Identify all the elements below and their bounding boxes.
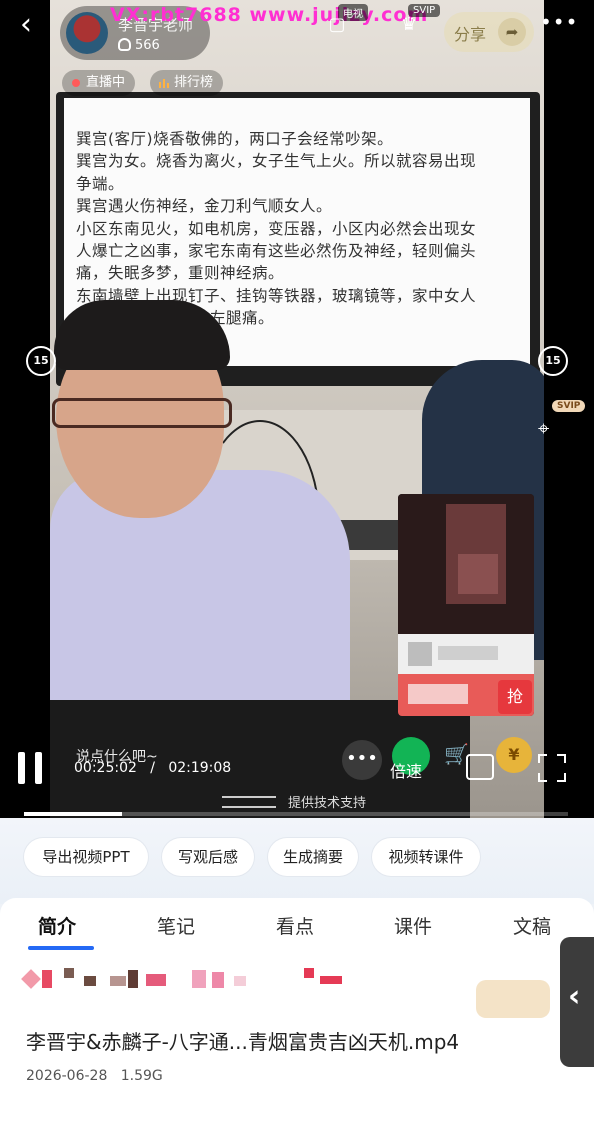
chevron-left-icon: ‹ (568, 979, 581, 1014)
tech-support: 提供技术支持 (222, 792, 366, 811)
slide-line: 小区东南见火，如电机房，变压器，小区内必然会出现女 (76, 219, 477, 238)
viewer-count: 566 (118, 38, 160, 53)
user-icon (118, 38, 131, 51)
collapsed-tab[interactable] (476, 980, 550, 1018)
tab-highlights[interactable]: 看点 (276, 912, 314, 939)
blurred-content (458, 554, 498, 594)
blurred-block (84, 976, 96, 986)
more-icon[interactable]: ••• (540, 10, 578, 34)
progress-bar[interactable] (24, 812, 568, 816)
current-time: 00:25:02 (74, 760, 137, 776)
share-arrow-icon: ➦ (498, 18, 526, 46)
slide-line: 痛，失眠多梦，重则神经病。 (76, 264, 285, 283)
blurred-block (110, 976, 126, 986)
pin-icon[interactable]: ⌖ (538, 416, 566, 444)
corner (538, 773, 547, 782)
progress-fill (24, 812, 122, 816)
rank-tag-label: 排行榜 (174, 75, 214, 90)
cast-icon[interactable]: ▢ (322, 14, 352, 38)
blurred-content (408, 642, 432, 666)
video-player[interactable]: 巽宫(客厅)烧香敬佛的，两口子会经常吵架。 巽宫为女。烧香为离火，女子生气上火。… (0, 0, 594, 818)
avatar[interactable] (66, 12, 108, 54)
svip-tag: SVIP (552, 400, 586, 412)
viewer-count-value: 566 (135, 38, 160, 53)
pause-bar (18, 752, 25, 784)
share-label: 分享 (454, 25, 487, 44)
blurred-content (438, 646, 498, 660)
grab-button[interactable]: 抢 (498, 680, 532, 714)
file-date: 2026-06-28 (26, 1068, 108, 1084)
blurred-content (408, 684, 468, 704)
live-tag[interactable]: 直播中 (62, 70, 136, 96)
blurred-block (234, 976, 246, 986)
pause-button[interactable] (18, 752, 44, 784)
blurred-block (42, 970, 52, 988)
video-to-course-button[interactable]: 视频转课件 (372, 838, 480, 876)
forward-15-button[interactable]: 15 (538, 346, 568, 376)
more-options-button[interactable]: ••• (342, 740, 382, 780)
blurred-block (21, 969, 41, 989)
tab-transcript[interactable]: 文稿 (513, 912, 551, 939)
share-button[interactable]: 分享 ➦ (444, 12, 534, 52)
crown-icon[interactable]: ♛ (394, 14, 424, 38)
tab-indicator (28, 946, 94, 950)
slide-line: 巽宫遇火伤神经，金刀利气顺女人。 (76, 197, 333, 216)
tab-notes[interactable]: 笔记 (157, 912, 195, 939)
rank-tag[interactable]: 排行榜 (150, 70, 224, 96)
blurred-block (128, 970, 138, 988)
coin-icon[interactable]: ¥ (496, 737, 532, 773)
presenter-glasses (52, 398, 232, 428)
slide-line: 争端。 (76, 174, 125, 193)
tech-support-label: 提供技术支持 (288, 796, 367, 811)
corner (557, 754, 566, 763)
tab-courseware[interactable]: 课件 (394, 912, 432, 939)
write-review-button[interactable]: 写观后感 (162, 838, 254, 876)
file-title: 李晋宇&赤麟子-八字通...青烟富贵吉凶天机.mp4 (26, 1030, 460, 1054)
watermark-text: VX:rbt7688 www.jujizy.com (110, 4, 429, 26)
time-separator: / (150, 760, 155, 776)
slide-line: 巽宫为女。烧香为离火，女子生气上火。所以就容易出现 (76, 152, 477, 171)
blurred-block (212, 972, 224, 988)
corner (557, 773, 566, 782)
back-button[interactable]: ‹ (20, 8, 54, 42)
export-ppt-button[interactable]: 导出视频PPT (24, 838, 148, 876)
info-panel: 导出视频PPT 写观后感 生成摘要 视频转课件 简介 笔记 看点 课件 文稿 李… (0, 818, 594, 1130)
blurred-block (146, 974, 166, 986)
file-meta: 2026-06-28 1.59G (26, 1068, 163, 1084)
rewind-15-button[interactable]: 15 (26, 346, 56, 376)
generate-summary-button[interactable]: 生成摘要 (268, 838, 358, 876)
file-size: 1.59G (120, 1068, 163, 1084)
slide-line: 巽宫(客厅)烧香敬佛的，两口子会经常吵架。 (76, 130, 394, 148)
blurred-row (21, 966, 364, 992)
slide-line: 人爆亡之凶事，家宅东南有这些必然伤及神经，轻则偏头 (76, 242, 477, 261)
provider-logo-icon (222, 796, 276, 808)
blurred-block (64, 968, 74, 978)
blurred-block (192, 970, 206, 988)
speed-button[interactable]: 倍速 (390, 758, 422, 782)
corner (538, 754, 547, 763)
time-display: 00:25:02 / 02:19:08 (74, 760, 231, 776)
blurred-block (320, 976, 342, 984)
live-tag-label: 直播中 (86, 75, 126, 90)
presenter-shirt (50, 470, 350, 730)
pause-bar (35, 752, 42, 784)
side-drawer-handle[interactable]: ‹ (560, 937, 594, 1067)
total-time: 02:19:08 (168, 760, 232, 776)
action-row: 导出视频PPT 写观后感 生成摘要 视频转课件 (0, 818, 594, 904)
picture-in-picture-icon[interactable] (466, 754, 494, 780)
rank-bars-icon (159, 79, 169, 88)
presenter-hair (54, 300, 230, 370)
blurred-block (304, 968, 314, 978)
fullscreen-icon[interactable] (538, 754, 566, 782)
live-dot-icon (72, 79, 80, 87)
tab-intro[interactable]: 简介 (38, 912, 76, 939)
